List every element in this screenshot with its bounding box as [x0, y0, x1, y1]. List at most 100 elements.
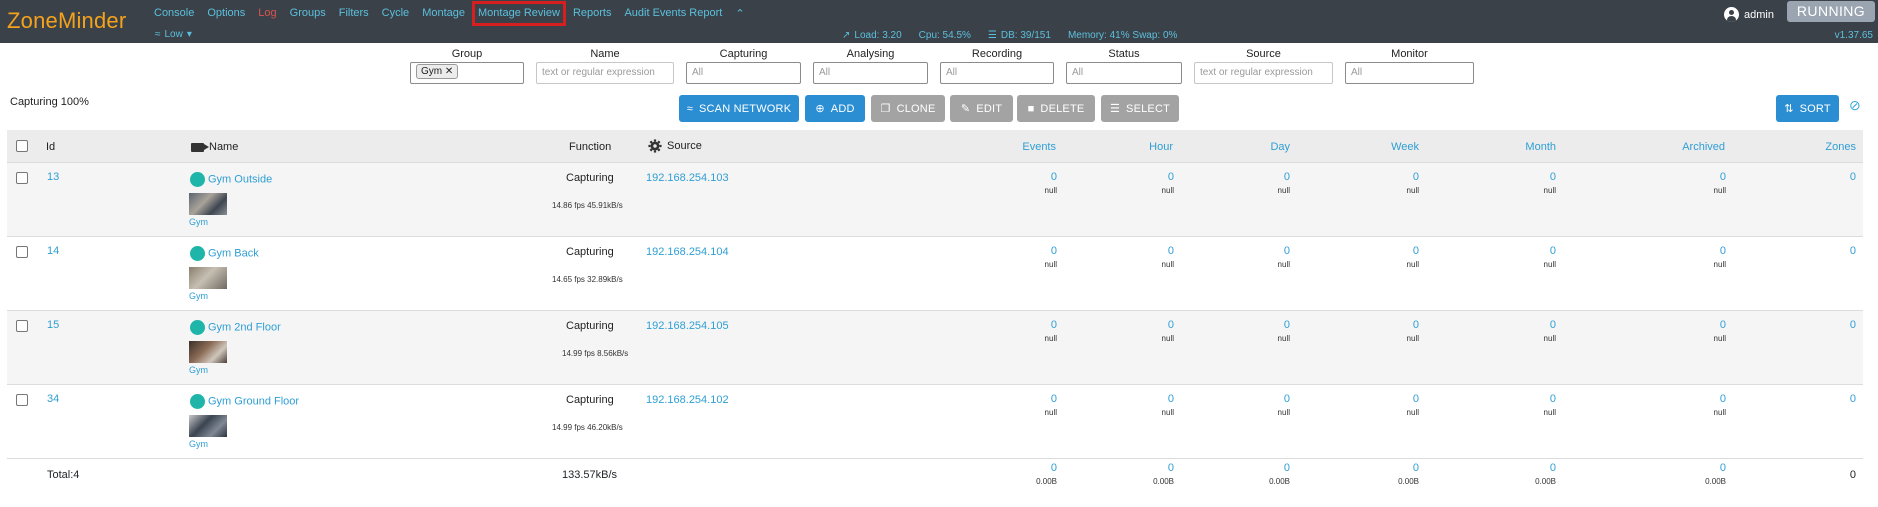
hour-cell[interactable]: 0 null — [1162, 245, 1174, 269]
hour-cell[interactable]: 0 null — [1162, 171, 1174, 195]
monitor-source-link[interactable]: 192.168.254.105 — [646, 320, 729, 332]
monitor-name[interactable]: Gym Back — [190, 246, 259, 261]
nav-cycle[interactable]: Cycle — [382, 7, 410, 20]
nav-montage[interactable]: Montage — [422, 7, 465, 20]
zones-link[interactable]: 0 — [1850, 171, 1856, 183]
monitor-function[interactable]: Capturing — [566, 246, 614, 258]
nav-console[interactable]: Console — [154, 7, 194, 20]
week-cell[interactable]: 0 null — [1407, 393, 1419, 417]
monitor-group-link[interactable]: Gym — [189, 365, 208, 375]
chevron-up-icon[interactable]: ⌃ — [735, 7, 744, 20]
delete-button[interactable]: ■ DELETE — [1017, 95, 1095, 122]
day-cell[interactable]: 0 null — [1278, 171, 1290, 195]
run-state-button[interactable]: RUNNING — [1787, 1, 1875, 22]
monitor-id-link[interactable]: 13 — [47, 171, 59, 183]
table-row[interactable]: 15 Gym 2nd Floor Gym Capturing 14.99 fps… — [7, 311, 1863, 385]
add-button[interactable]: ⊕ ADD — [805, 95, 865, 122]
monitor-name[interactable]: Gym Outside — [190, 172, 272, 187]
month-cell[interactable]: 0 null — [1544, 319, 1556, 343]
monitor-name[interactable]: Gym 2nd Floor — [190, 320, 281, 335]
day-cell[interactable]: 0 null — [1278, 319, 1290, 343]
events-cell[interactable]: 0 null — [1045, 171, 1057, 195]
col-function[interactable]: Function — [569, 141, 611, 153]
day-cell[interactable]: 0 null — [1278, 245, 1290, 269]
month-cell[interactable]: 0 null — [1544, 171, 1556, 195]
monitor-group-link[interactable]: Gym — [189, 439, 208, 449]
total-archived[interactable]: 0 0.00B — [1705, 462, 1726, 486]
month-cell[interactable]: 0 null — [1544, 393, 1556, 417]
nav-groups[interactable]: Groups — [290, 7, 326, 20]
col-zones[interactable]: Zones — [1825, 141, 1856, 153]
week-cell[interactable]: 0 null — [1407, 171, 1419, 195]
recording-select[interactable]: All — [940, 62, 1054, 84]
monitor-thumbnail[interactable] — [189, 193, 227, 215]
row-checkbox[interactable] — [16, 246, 28, 258]
archived-cell[interactable]: 0 null — [1714, 393, 1726, 417]
remove-chip-icon[interactable]: ✕ — [445, 66, 453, 77]
clone-button[interactable]: ❐ CLONE — [871, 95, 945, 122]
clear-filter-icon[interactable]: ⊘ — [1849, 97, 1861, 114]
scan-network-button[interactable]: ≈ SCAN NETWORK — [679, 95, 799, 122]
monitor-source-link[interactable]: 192.168.254.102 — [646, 394, 729, 406]
total-month[interactable]: 0 0.00B — [1535, 462, 1556, 486]
col-day[interactable]: Day — [1270, 141, 1290, 153]
monitor-thumbnail[interactable] — [189, 341, 227, 363]
nav-filters[interactable]: Filters — [339, 7, 369, 20]
col-hour[interactable]: Hour — [1149, 141, 1173, 153]
source-input[interactable]: text or regular expression — [1194, 62, 1333, 84]
monitor-select[interactable]: All — [1345, 62, 1474, 84]
monitor-source-link[interactable]: 192.168.254.104 — [646, 246, 729, 258]
monitor-thumbnail[interactable] — [189, 267, 227, 289]
col-id[interactable]: Id — [46, 141, 55, 153]
table-row[interactable]: 34 Gym Ground Floor Gym Capturing 14.99 … — [7, 385, 1863, 459]
nav-log[interactable]: Log — [258, 7, 276, 20]
monitor-id-link[interactable]: 34 — [47, 393, 59, 405]
week-cell[interactable]: 0 null — [1407, 319, 1419, 343]
col-name[interactable]: Name — [191, 141, 238, 153]
day-cell[interactable]: 0 null — [1278, 393, 1290, 417]
monitor-id-link[interactable]: 15 — [47, 319, 59, 331]
zones-link[interactable]: 0 — [1850, 319, 1856, 331]
user-menu[interactable]: admin — [1724, 7, 1774, 22]
monitor-id-link[interactable]: 14 — [47, 245, 59, 257]
month-cell[interactable]: 0 null — [1544, 245, 1556, 269]
nav-audit-events-report[interactable]: Audit Events Report — [624, 7, 722, 20]
brand-logo[interactable]: ZoneMinder — [7, 8, 126, 34]
monitor-source-link[interactable]: 192.168.254.103 — [646, 172, 729, 184]
col-source[interactable]: Source — [648, 139, 702, 153]
table-row[interactable]: 14 Gym Back Gym Capturing 14.65 fps 32.8… — [7, 237, 1863, 311]
row-checkbox[interactable] — [16, 394, 28, 406]
edit-button[interactable]: ✎ EDIT — [950, 95, 1013, 122]
archived-cell[interactable]: 0 null — [1714, 319, 1726, 343]
events-cell[interactable]: 0 null — [1045, 319, 1057, 343]
version-label[interactable]: v1.37.65 — [1835, 30, 1873, 41]
week-cell[interactable]: 0 null — [1407, 245, 1419, 269]
monitor-group-link[interactable]: Gym — [189, 291, 208, 301]
col-month[interactable]: Month — [1525, 141, 1556, 153]
zones-link[interactable]: 0 — [1850, 393, 1856, 405]
total-hour[interactable]: 0 0.00B — [1153, 462, 1174, 486]
row-checkbox[interactable] — [16, 320, 28, 332]
nav-montage-review[interactable]: Montage Review — [472, 1, 566, 26]
group-chip[interactable]: Gym ✕ — [416, 64, 459, 79]
row-checkbox[interactable] — [16, 172, 28, 184]
analysing-select[interactable]: All — [813, 62, 928, 84]
name-input[interactable]: text or regular expression — [536, 62, 674, 84]
monitor-function[interactable]: Capturing — [566, 172, 614, 184]
monitor-group-link[interactable]: Gym — [189, 217, 208, 227]
status-select[interactable]: All — [1066, 62, 1182, 84]
total-events[interactable]: 0 0.00B — [1036, 462, 1057, 486]
sort-button[interactable]: ⇅ SORT — [1776, 95, 1839, 122]
archived-cell[interactable]: 0 null — [1714, 245, 1726, 269]
monitor-thumbnail[interactable] — [189, 415, 227, 437]
table-row[interactable]: 13 Gym Outside Gym Capturing 14.86 fps 4… — [7, 163, 1863, 237]
col-archived[interactable]: Archived — [1682, 141, 1725, 153]
select-all-checkbox[interactable] — [16, 140, 28, 152]
monitor-function[interactable]: Capturing — [566, 394, 614, 406]
monitor-name[interactable]: Gym Ground Floor — [190, 394, 299, 409]
total-day[interactable]: 0 0.00B — [1269, 462, 1290, 486]
total-week[interactable]: 0 0.00B — [1398, 462, 1419, 486]
col-events[interactable]: Events — [1022, 141, 1056, 153]
nav-options[interactable]: Options — [207, 7, 245, 20]
group-select[interactable]: Gym ✕ — [410, 62, 524, 84]
